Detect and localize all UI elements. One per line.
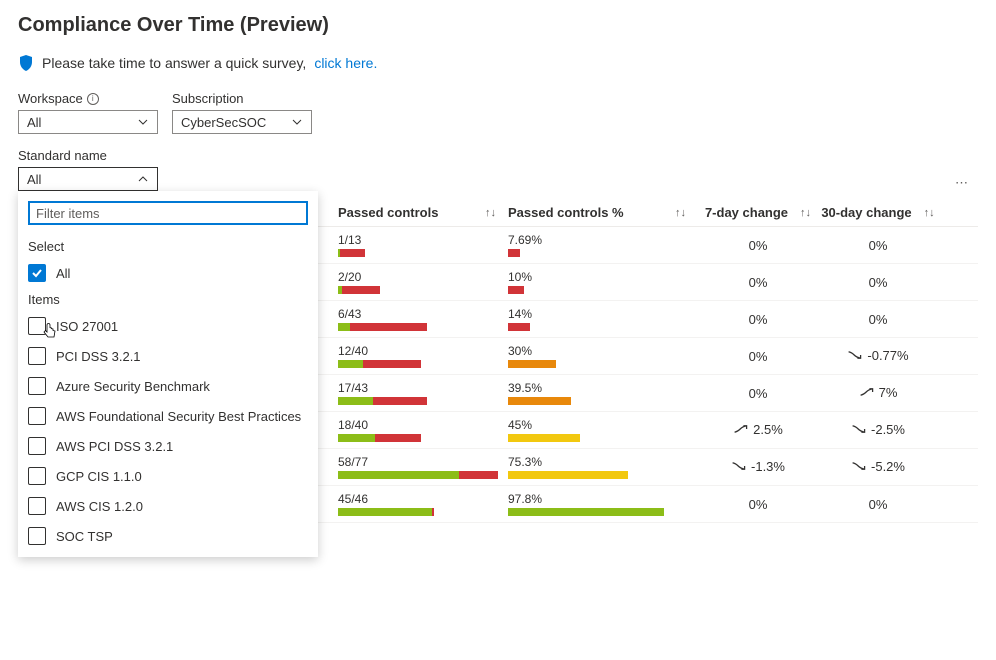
- cell-30day: 0%: [818, 275, 938, 290]
- standard-dropdown[interactable]: All: [18, 167, 158, 191]
- checkbox-icon: [28, 407, 46, 425]
- option-label: SOC TSP: [56, 529, 113, 544]
- workspace-dropdown[interactable]: All: [18, 110, 158, 134]
- option-label: GCP CIS 1.1.0: [56, 469, 142, 484]
- more-options-button[interactable]: ⋯: [955, 175, 978, 191]
- cell-passed: 58/77: [338, 455, 508, 479]
- sort-icon: ↑↓: [485, 207, 496, 219]
- option-label: ISO 27001: [56, 319, 118, 334]
- info-icon[interactable]: i: [87, 93, 99, 105]
- banner-text: Please take time to answer a quick surve…: [42, 55, 306, 71]
- option-item[interactable]: PCI DSS 3.2.1: [18, 341, 318, 371]
- cell-percent: 45%: [508, 418, 698, 442]
- sort-icon: ↑↓: [924, 207, 935, 219]
- filter-items-input[interactable]: [28, 201, 308, 225]
- cell-7day: -1.3%: [698, 459, 818, 476]
- cell-7day: 0%: [698, 349, 818, 364]
- option-item[interactable]: ISO 27001: [18, 311, 318, 341]
- option-item[interactable]: AWS PCI DSS 3.2.1: [18, 431, 318, 461]
- workspace-label: Workspace i: [18, 91, 158, 106]
- standard-label: Standard name: [18, 148, 978, 163]
- chevron-up-icon: [137, 173, 149, 185]
- cell-7day: 0%: [698, 312, 818, 327]
- sort-icon: ↑↓: [675, 207, 686, 219]
- cell-percent: 14%: [508, 307, 698, 331]
- cell-percent: 75.3%: [508, 455, 698, 479]
- cell-percent: 97.8%: [508, 492, 698, 516]
- column-passed-percent[interactable]: Passed controls %↑↓: [508, 205, 698, 220]
- checkbox-icon: [28, 377, 46, 395]
- cell-passed: 1/13: [338, 233, 508, 257]
- cell-passed: 45/46: [338, 492, 508, 516]
- checkbox-icon: [28, 317, 46, 335]
- cell-30day: -0.77%: [818, 348, 938, 365]
- checkbox-icon: [28, 264, 46, 282]
- checkbox-icon: [28, 497, 46, 515]
- cell-passed: 12/40: [338, 344, 508, 368]
- option-label: PCI DSS 3.2.1: [56, 349, 141, 364]
- cell-30day: 0%: [818, 238, 938, 253]
- option-label: AWS CIS 1.2.0: [56, 499, 143, 514]
- page-title: Compliance Over Time (Preview): [18, 14, 978, 37]
- option-item[interactable]: GCP CIS 1.1.0: [18, 461, 318, 491]
- column-30day-change[interactable]: 30-day change↑↓: [818, 205, 938, 220]
- standard-dropdown-popup: Select All Items ISO 27001 PCI DSS 3.2.1 A…: [18, 191, 318, 557]
- cell-percent: 30%: [508, 344, 698, 368]
- select-heading: Select: [18, 235, 318, 258]
- cell-7day: 0%: [698, 386, 818, 401]
- cell-passed: 6/43: [338, 307, 508, 331]
- cell-7day: 0%: [698, 275, 818, 290]
- checkbox-icon: [28, 347, 46, 365]
- option-item[interactable]: AWS CIS 1.2.0: [18, 491, 318, 521]
- option-item[interactable]: Azure Security Benchmark: [18, 371, 318, 401]
- cell-30day: 7%: [818, 385, 938, 402]
- checkbox-icon: [28, 467, 46, 485]
- option-label: Azure Security Benchmark: [56, 379, 210, 394]
- option-item[interactable]: AWS Foundational Security Best Practices: [18, 401, 318, 431]
- cell-7day: 2.5%: [698, 422, 818, 439]
- cell-percent: 7.69%: [508, 233, 698, 257]
- cell-7day: 0%: [698, 238, 818, 253]
- subscription-dropdown[interactable]: CyberSecSOC: [172, 110, 312, 134]
- column-passed-controls[interactable]: Passed controls↑↓: [338, 205, 508, 220]
- column-7day-change[interactable]: 7-day change↑↓: [698, 205, 818, 220]
- subscription-label: Subscription: [172, 91, 312, 106]
- cell-percent: 10%: [508, 270, 698, 294]
- option-label: AWS Foundational Security Best Practices: [56, 409, 301, 424]
- chevron-down-icon: [291, 116, 303, 128]
- cell-passed: 17/43: [338, 381, 508, 405]
- cell-passed: 18/40: [338, 418, 508, 442]
- checkbox-icon: [28, 527, 46, 545]
- shield-icon: [18, 55, 34, 71]
- cell-30day: 0%: [818, 312, 938, 327]
- cell-passed: 2/20: [338, 270, 508, 294]
- cell-7day: 0%: [698, 497, 818, 512]
- sort-icon: ↑↓: [800, 207, 811, 219]
- survey-link[interactable]: click here.: [314, 55, 377, 71]
- cell-percent: 39.5%: [508, 381, 698, 405]
- cell-30day: 0%: [818, 497, 938, 512]
- chevron-down-icon: [137, 116, 149, 128]
- checkbox-icon: [28, 437, 46, 455]
- option-label: AWS PCI DSS 3.2.1: [56, 439, 173, 454]
- cell-30day: -5.2%: [818, 459, 938, 476]
- survey-banner: Please take time to answer a quick surve…: [18, 55, 978, 71]
- option-item[interactable]: SOC TSP: [18, 521, 318, 551]
- items-heading: Items: [18, 288, 318, 311]
- option-all[interactable]: All: [18, 258, 318, 288]
- cell-30day: -2.5%: [818, 422, 938, 439]
